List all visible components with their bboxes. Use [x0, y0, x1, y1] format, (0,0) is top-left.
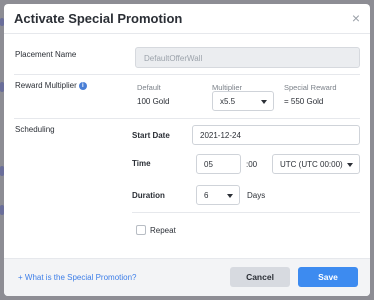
timezone-select-value: UTC (UTC 00:00) — [280, 160, 343, 169]
start-date-label: Start Date — [132, 131, 170, 140]
modal-header: Activate Special Promotion × — [4, 4, 370, 34]
chevron-down-icon — [347, 163, 353, 167]
reward-multiplier-text: Reward Multiplier — [15, 81, 77, 90]
special-reward-header: Special Reward — [284, 83, 337, 92]
chevron-down-icon — [227, 194, 233, 198]
save-button[interactable]: Save — [298, 267, 358, 287]
duration-select-value: 6 — [204, 191, 209, 200]
default-value: 100 Gold — [137, 97, 170, 106]
promotion-modal: Activate Special Promotion × Placement N… — [4, 4, 370, 296]
time-minutes: :00 — [246, 160, 258, 169]
chevron-down-icon — [261, 100, 267, 104]
special-reward-value: = 550 Gold — [284, 97, 324, 106]
duration-select[interactable]: 6 — [196, 185, 240, 205]
default-header: Default — [137, 83, 161, 92]
repeat-label: Repeat — [150, 226, 176, 235]
modal-title: Activate Special Promotion — [14, 11, 183, 26]
modal-footer: + What is the Special Promotion? Cancel … — [4, 258, 370, 296]
duration-label: Duration — [132, 191, 165, 200]
scheduling-label: Scheduling — [15, 125, 55, 134]
multiplier-select-value: x5.5 — [220, 97, 236, 106]
divider — [14, 74, 360, 75]
info-icon[interactable]: i — [78, 82, 87, 90]
repeat-checkbox[interactable] — [136, 225, 146, 235]
divider — [132, 212, 360, 213]
close-icon[interactable]: × — [352, 10, 360, 26]
time-hour-input[interactable]: 05 — [196, 154, 241, 174]
multiplier-select[interactable]: x5.5 — [212, 91, 274, 111]
timezone-select[interactable]: UTC (UTC 00:00) — [272, 154, 360, 174]
cancel-button[interactable]: Cancel — [230, 267, 290, 287]
duration-unit: Days — [247, 191, 266, 200]
placement-name-label: Placement Name — [15, 50, 77, 59]
start-date-input[interactable]: 2021-12-24 — [192, 125, 360, 145]
time-label: Time — [132, 159, 151, 168]
placement-name-field: DefaultOfferWall — [135, 47, 360, 68]
reward-multiplier-label: Reward Multiplier i — [15, 81, 87, 90]
divider — [14, 118, 360, 119]
help-link[interactable]: + What is the Special Promotion? — [18, 273, 137, 282]
